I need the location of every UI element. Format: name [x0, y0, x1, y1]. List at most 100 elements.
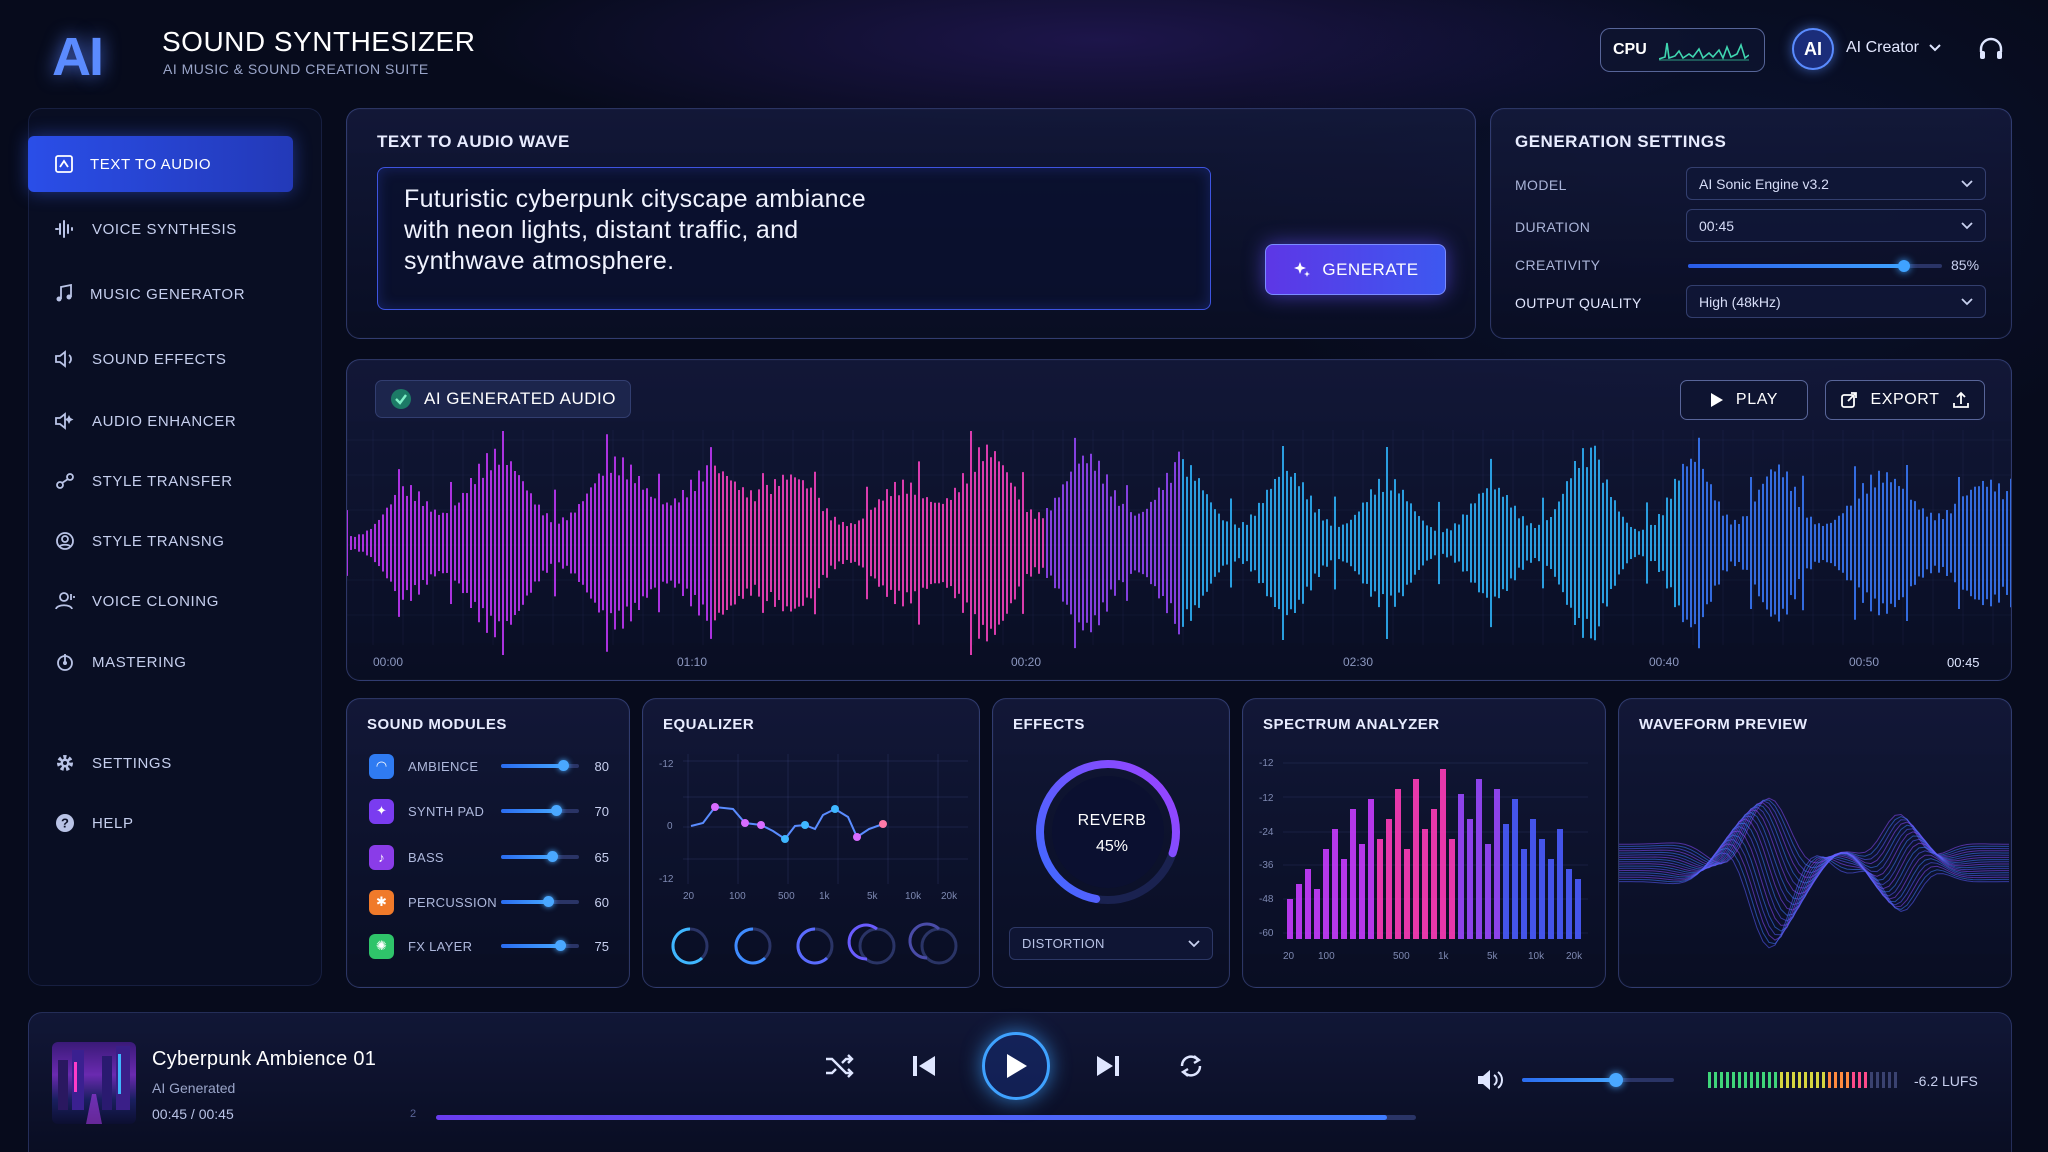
knob-label: REVERB	[1077, 812, 1147, 829]
quality-label: OUTPUT QUALITY	[1515, 295, 1642, 311]
cpu-label: CPU	[1613, 41, 1647, 58]
enhancer-icon	[55, 412, 74, 430]
module-ambience[interactable]: ◠ AMBIENCE 80	[369, 751, 609, 781]
fx-layer-icon: ✺	[369, 933, 394, 959]
creativity-handle[interactable]	[1897, 260, 1910, 272]
module-fill	[501, 855, 552, 859]
eq-x-label: 10k	[905, 891, 922, 902]
spec-x-label: 20	[1283, 951, 1295, 962]
module-slider[interactable]	[501, 805, 579, 816]
module-value: 70	[594, 803, 609, 819]
module-name: AMBIENCE	[408, 758, 479, 774]
module-slider[interactable]	[501, 896, 579, 907]
avatar[interactable]: AI	[1792, 28, 1834, 70]
volume-icon[interactable]	[1476, 1068, 1506, 1092]
progress-bar[interactable]	[436, 1115, 1416, 1120]
transfer-icon	[56, 473, 74, 489]
user-name: AI Creator	[1846, 39, 1919, 56]
effect-select[interactable]: DISTORTION	[1009, 927, 1213, 960]
play-button[interactable]: PLAY	[1680, 380, 1808, 420]
module-synth-pad[interactable]: ✦ SYNTH PAD 70	[369, 796, 609, 826]
sidebar-item-help[interactable]: ? HELP	[28, 795, 293, 851]
module-value: 75	[594, 938, 609, 954]
module-fx-layer[interactable]: ✺ FX LAYER 75	[369, 931, 609, 961]
sidebar-item-settings[interactable]: SETTINGS	[28, 735, 293, 791]
module-bass[interactable]: ♪ BASS 65	[369, 842, 609, 872]
duration-select[interactable]: 00:45	[1686, 209, 1986, 242]
sidebar-item-text-to-audio[interactable]: TEXT TO AUDIO	[28, 136, 293, 192]
generate-label: GENERATE	[1322, 259, 1419, 279]
timeline-label: 00:00	[373, 655, 404, 669]
panel-title: SOUND MODULES	[367, 716, 507, 733]
sidebar-item-music-generator[interactable]: MUSIC GENERATOR	[28, 266, 293, 322]
module-slider[interactable]	[501, 851, 579, 862]
document-audio-icon	[55, 155, 73, 173]
module-value: 80	[594, 758, 609, 774]
module-slider[interactable]	[501, 760, 579, 771]
module-handle[interactable]	[554, 940, 566, 951]
creativity-slider[interactable]	[1688, 260, 1942, 272]
module-handle[interactable]	[546, 851, 558, 862]
check-icon	[391, 389, 411, 409]
module-handle[interactable]	[558, 760, 570, 771]
sidebar-item-mastering[interactable]: MASTERING	[28, 634, 293, 690]
mastering-icon	[57, 654, 73, 671]
sidebar-item-style-transng[interactable]: STYLE TRANSNG	[28, 513, 293, 569]
model-select[interactable]: AI Sonic Engine v3.2	[1686, 167, 1986, 200]
sound-modules-panel: SOUND MODULES ◠ AMBIENCE 80 ✦ SYNTH PAD …	[346, 698, 630, 988]
module-handle[interactable]	[542, 896, 554, 907]
eq-y-label: -12	[659, 759, 674, 770]
text-to-audio-panel: TEXT TO AUDIO WAVE Futuristic cyberpunk …	[346, 108, 1476, 339]
quality-select[interactable]: High (48kHz)	[1686, 285, 1986, 318]
reverb-knob[interactable]	[1033, 757, 1183, 907]
user-clone-icon	[55, 592, 75, 610]
spec-x-label: 10k	[1528, 951, 1545, 962]
timeline-label: 00:50	[1849, 655, 1880, 669]
sidebar-item-sound-effects[interactable]: SOUND EFFECTS	[28, 331, 293, 387]
generate-button[interactable]: GENERATE	[1265, 244, 1446, 295]
sidebar-item-label: AUDIO ENHANCER	[92, 412, 237, 430]
module-slider[interactable]	[501, 940, 579, 951]
repeat-button[interactable]	[1176, 1052, 1206, 1080]
eq-x-label: 500	[778, 891, 795, 902]
sidebar-item-audio-enhancer[interactable]: AUDIO ENHANCER	[28, 393, 293, 449]
main-play-button[interactable]	[982, 1032, 1050, 1100]
ai-generated-badge: AI GENERATED AUDIO	[375, 380, 631, 418]
next-button[interactable]	[1094, 1052, 1122, 1080]
eq-y-label: -12	[659, 874, 674, 885]
sidebar-item-label: HELP	[92, 814, 134, 832]
timeline-end: 00:45	[1947, 655, 1980, 670]
timeline-label: 00:40	[1649, 655, 1680, 669]
module-handle[interactable]	[550, 805, 562, 816]
spec-x-label: 5k	[1487, 951, 1498, 962]
sparkle-icon	[1294, 261, 1311, 277]
user-menu[interactable]: AI Creator	[1846, 39, 1941, 57]
cpu-monitor[interactable]: CPU	[1600, 28, 1765, 72]
play-icon	[1007, 1054, 1027, 1078]
chevron-down-icon	[1929, 44, 1941, 52]
app-subtitle: AI MUSIC & SOUND CREATION SUITE	[163, 61, 429, 77]
module-name: PERCUSSION	[408, 894, 497, 910]
chevron-down-icon	[1188, 939, 1200, 947]
synth-pad-icon: ✦	[369, 798, 394, 824]
export-button[interactable]: EXPORT	[1825, 380, 1985, 420]
ambience-icon: ◠	[369, 753, 394, 779]
sidebar-item-style-transfer[interactable]: STYLE TRANSFER	[28, 453, 293, 509]
panel-title: GENERATION SETTINGS	[1515, 132, 1727, 151]
previous-button[interactable]	[910, 1052, 938, 1080]
prompt-textarea[interactable]: Futuristic cyberpunk cityscape ambiance …	[377, 167, 1211, 310]
sidebar-item-voice-cloning[interactable]: VOICE CLONING	[28, 573, 293, 629]
equalizer-graph[interactable]	[643, 699, 981, 989]
volume-slider[interactable]	[1522, 1073, 1674, 1087]
album-art	[52, 1042, 136, 1124]
panel-title: EFFECTS	[1013, 716, 1085, 733]
timeline-label: 00:20	[1011, 655, 1042, 669]
shuffle-button[interactable]	[824, 1052, 856, 1080]
eq-y-label: 0	[667, 821, 673, 832]
eq-x-label: 20k	[941, 891, 958, 902]
module-percussion[interactable]: ✱ PERCUSSION 60	[369, 887, 609, 917]
gear-icon	[57, 755, 73, 771]
skip-back-icon	[913, 1056, 935, 1076]
sidebar-item-voice-synthesis[interactable]: VOICE SYNTHESIS	[28, 201, 293, 257]
headset-icon[interactable]	[1976, 34, 2006, 64]
